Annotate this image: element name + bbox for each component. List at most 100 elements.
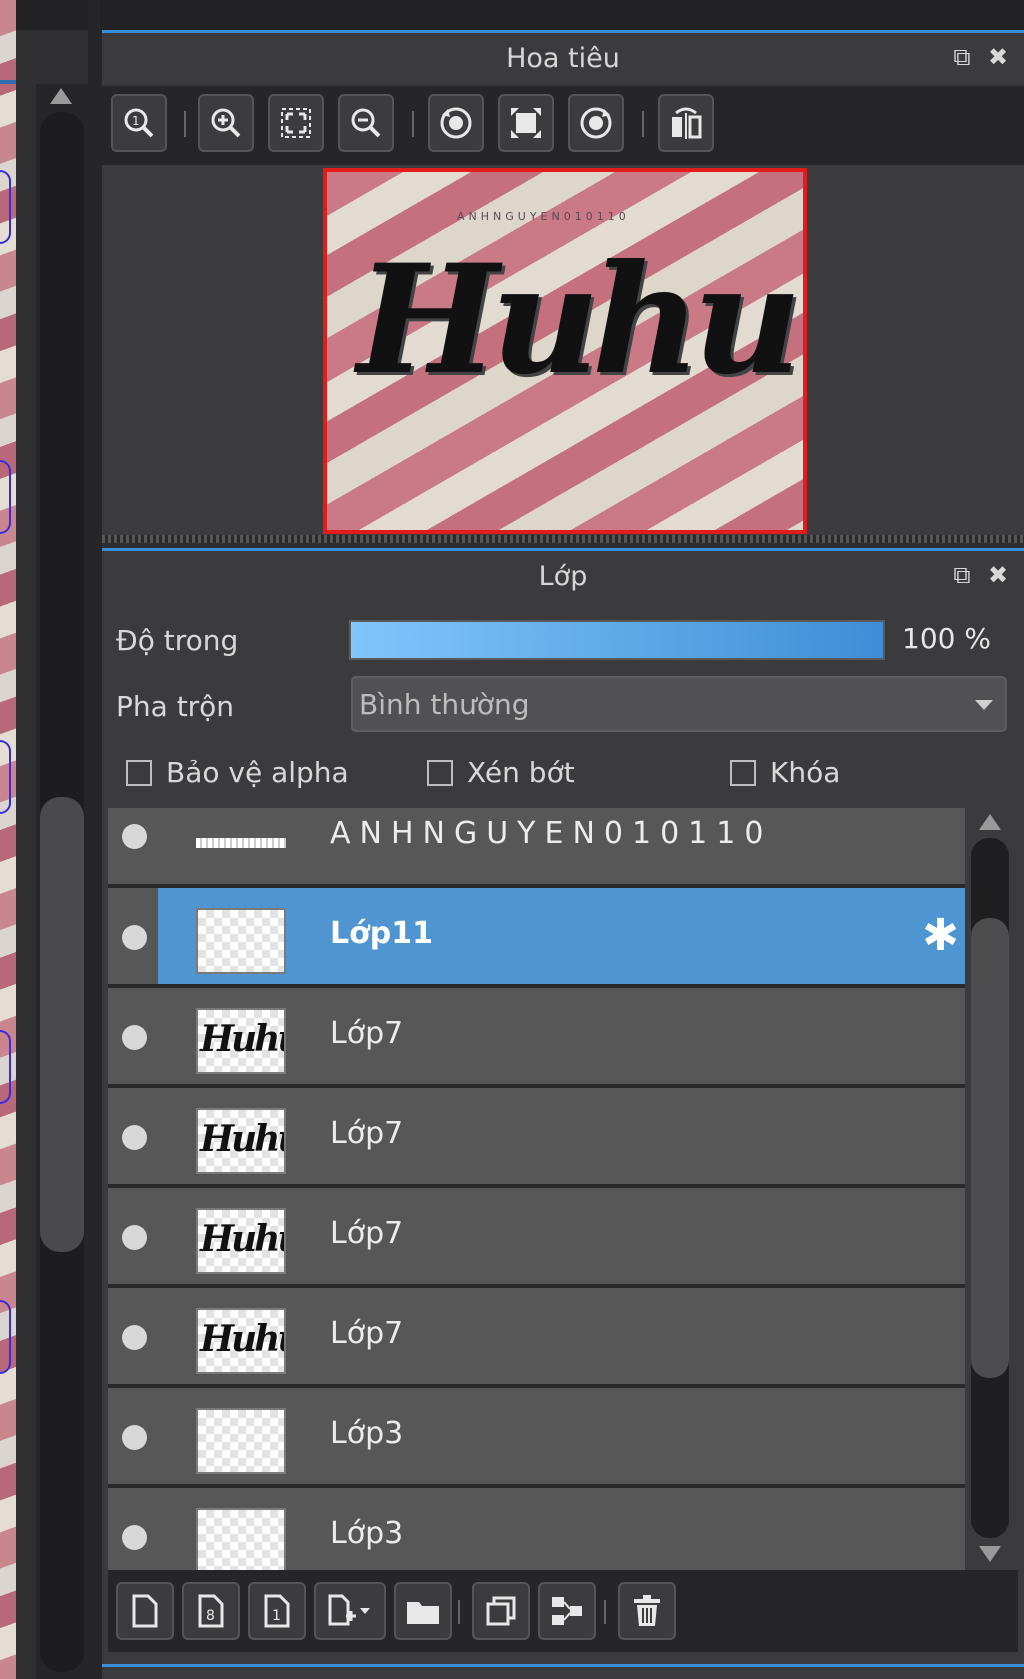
canvas-stroke: [0, 170, 11, 244]
layer-row[interactable]: Lớp3: [108, 1488, 965, 1570]
canvas-stroke: [0, 740, 11, 814]
visibility-toggle-icon[interactable]: [122, 1325, 147, 1350]
new-1bit-layer-button[interactable]: 1: [248, 1582, 306, 1640]
undock-icon[interactable]: ⧉: [948, 43, 976, 71]
scroll-up-arrow-icon[interactable]: [979, 814, 1001, 830]
visibility-toggle-icon[interactable]: [122, 1525, 147, 1550]
close-icon[interactable]: ✖: [984, 43, 1012, 71]
zoom-in-icon: [211, 108, 241, 138]
protect-alpha-checkbox[interactable]: [126, 760, 152, 786]
layer-name: Lớp7: [330, 1116, 404, 1151]
preview-watermark: ANHNGUYEN010110: [457, 210, 630, 223]
visibility-toggle-icon[interactable]: [122, 1125, 147, 1150]
opacity-slider[interactable]: [349, 620, 885, 660]
layers-title: Lớp: [538, 561, 588, 592]
blend-mode-value: Bình thường: [359, 688, 530, 721]
navigator-title: Hoa tiêu: [506, 43, 620, 74]
panel-splitter[interactable]: [102, 535, 1024, 543]
layer-name: Lớp7: [330, 1216, 404, 1251]
new-1bit-layer-icon: 1: [264, 1594, 290, 1628]
visibility-toggle-icon[interactable]: [122, 1425, 147, 1450]
rotate-right-icon: [580, 107, 612, 139]
layer-row[interactable]: Lớp3: [108, 1388, 965, 1488]
zoom-out-icon: [351, 108, 381, 138]
gear-icon[interactable]: ✱: [922, 914, 959, 958]
fit-canvas-icon: [511, 108, 541, 138]
new-folder-button[interactable]: [394, 1582, 452, 1640]
canvas-stroke: [0, 1300, 11, 1374]
layer-thumbnail: [196, 816, 286, 882]
visibility-toggle-icon[interactable]: [122, 824, 147, 849]
layer-thumbnail: [196, 908, 286, 974]
layer-row[interactable]: Huhu Lớp7: [108, 1088, 965, 1188]
scroll-down-arrow-icon[interactable]: [979, 1546, 1001, 1562]
zoom-out-button[interactable]: [338, 94, 394, 152]
merge-layer-icon: [552, 1597, 582, 1625]
lock-checkbox[interactable]: [730, 760, 756, 786]
scrollbar-thumb[interactable]: [971, 918, 1009, 1378]
scroll-up-arrow-icon[interactable]: [50, 88, 72, 104]
layer-thumbnail: [196, 1408, 286, 1474]
zoom-actual-button[interactable]: 1: [111, 94, 167, 152]
rotate-right-button[interactable]: [568, 94, 624, 152]
layer-name: Lớp7: [330, 1016, 404, 1051]
visibility-toggle-icon[interactable]: [122, 1025, 147, 1050]
layer-list: ANHNGUYEN010110 Lớp11 ✱ Huhu Lớp7 Huhu L…: [108, 808, 965, 1570]
zoom-in-button[interactable]: [198, 94, 254, 152]
layer-thumbnail: Huhu: [196, 1108, 286, 1174]
thumbnail-script: Huhu: [200, 1018, 284, 1060]
fit-screen-button[interactable]: [268, 94, 324, 152]
top-strip: [100, 0, 1024, 30]
visibility-toggle-icon[interactable]: [122, 925, 147, 950]
layer-row[interactable]: ANHNGUYEN010110: [108, 808, 965, 888]
add-layer-menu-button[interactable]: [314, 1582, 386, 1640]
zoom-actual-icon: 1: [124, 108, 154, 138]
svg-text:8: 8: [206, 1608, 215, 1624]
visibility-toggle-icon[interactable]: [122, 1225, 147, 1250]
add-layer-menu-icon: [328, 1594, 370, 1626]
preview-script-text: Huhu: [357, 232, 802, 408]
flip-horizontal-button[interactable]: [658, 94, 714, 152]
new-layer-button[interactable]: [116, 1582, 174, 1640]
toolbar-separator: [184, 111, 186, 137]
opacity-label: Độ trong: [116, 624, 239, 657]
thumbnail-script: Huhu: [200, 1318, 284, 1360]
layer-row[interactable]: Huhu Lớp7: [108, 1188, 965, 1288]
clipping-checkbox[interactable]: [427, 760, 453, 786]
layer-list-scrollbar[interactable]: [965, 808, 1015, 1570]
panel-separator: [88, 0, 102, 1679]
new-8bit-layer-button[interactable]: 8: [182, 1582, 240, 1640]
fit-screen-icon: [281, 108, 311, 138]
layer-name: Lớp3: [330, 1516, 404, 1551]
toolbar-separator: [412, 111, 414, 137]
thumbnail-script: Huhu: [200, 1218, 284, 1260]
layer-name: Lớp7: [330, 1316, 404, 1351]
duplicate-layer-icon: [486, 1596, 516, 1626]
rotate-left-icon: [440, 107, 472, 139]
canvas-stroke: [0, 460, 11, 534]
merge-layer-button[interactable]: [538, 1582, 596, 1640]
layer-row[interactable]: Huhu Lớp7: [108, 1288, 965, 1388]
clipping-label: Xén bớt: [467, 756, 575, 789]
layer-thumbnail: Huhu: [196, 1008, 286, 1074]
toolbar-separator: [642, 111, 644, 137]
navigator-preview-frame[interactable]: ANHNGUYEN010110 Huhu: [323, 168, 807, 534]
close-icon[interactable]: ✖: [984, 561, 1012, 589]
undock-icon[interactable]: ⧉: [948, 561, 976, 589]
canvas-stroke: [0, 1030, 11, 1104]
canvas-edge-marker: [0, 80, 16, 84]
svg-text:1: 1: [272, 1608, 281, 1624]
navigator-toolbar: 1: [102, 87, 1024, 165]
rotate-left-button[interactable]: [428, 94, 484, 152]
duplicate-layer-button[interactable]: [472, 1582, 530, 1640]
canvas-vertical-scrollbar[interactable]: [36, 84, 88, 1679]
delete-layer-button[interactable]: [618, 1582, 676, 1640]
fit-canvas-button[interactable]: [498, 94, 554, 152]
protect-alpha-label: Bảo vệ alpha: [166, 756, 349, 789]
canvas-strip[interactable]: [0, 0, 16, 1679]
layer-row[interactable]: Huhu Lớp7: [108, 988, 965, 1088]
delete-layer-icon: [634, 1595, 660, 1626]
scrollbar-thumb[interactable]: [40, 797, 84, 1252]
layer-row[interactable]: Lớp11 ✱: [108, 888, 965, 988]
blend-mode-select[interactable]: Bình thường: [351, 676, 1007, 732]
